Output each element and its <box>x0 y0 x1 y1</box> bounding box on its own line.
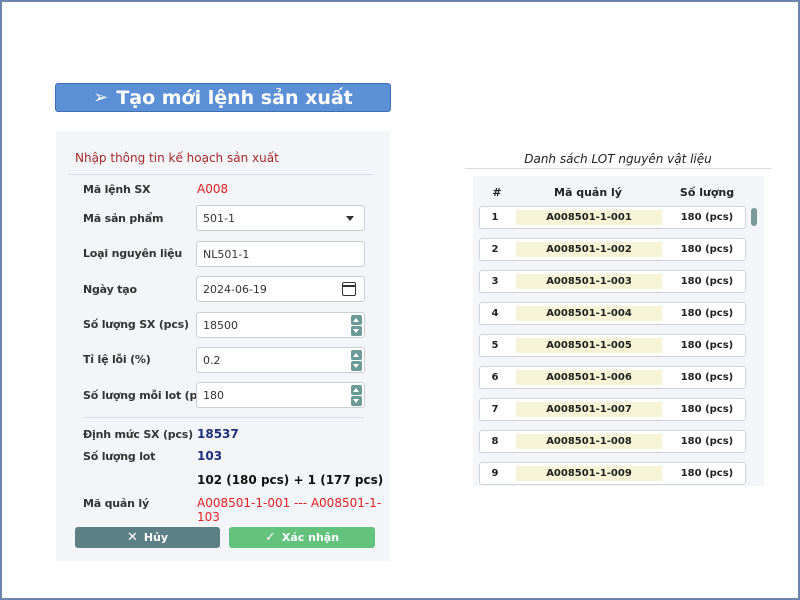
table-row[interactable]: 2 A008501-1-002 180 (pcs) <box>479 238 746 261</box>
divider <box>465 168 771 169</box>
material-type-value: NL501-1 <box>203 247 250 261</box>
qty-per-lot-label: Số lượng mỗi lot (pcs) <box>83 389 215 402</box>
check-icon: ✓ <box>264 530 276 545</box>
mgmt-code-value: A008501-1-001 --- A008501-1-103 <box>197 496 382 524</box>
row-number: 9 <box>491 468 499 479</box>
row-code: A008501-1-004 <box>516 306 662 321</box>
created-date-input[interactable]: 2024-06-19 <box>196 276 365 302</box>
scrollbar-thumb[interactable] <box>751 208 757 226</box>
created-date-value: 2024-06-19 <box>203 282 267 296</box>
production-norm-value: 18537 <box>197 427 239 441</box>
lot-count-label: Số lượng lot <box>83 450 156 463</box>
page-title-banner: ➢ Tạo mới lệnh sản xuất <box>55 83 391 112</box>
increment-icon[interactable] <box>351 315 362 325</box>
qty-per-lot-value: 180 <box>203 388 224 402</box>
calendar-icon[interactable] <box>342 282 356 296</box>
row-qty: 180 (pcs) <box>680 308 734 319</box>
row-qty: 180 (pcs) <box>680 212 734 223</box>
material-type-label: Loại nguyên liệu <box>83 247 183 260</box>
row-qty: 180 (pcs) <box>680 372 734 383</box>
row-code: A008501-1-005 <box>516 338 662 353</box>
product-code-label: Mã sản phẩm <box>83 212 164 225</box>
row-code: A008501-1-001 <box>516 210 662 225</box>
row-code: A008501-1-002 <box>516 242 662 257</box>
order-code-value: A008 <box>197 182 229 196</box>
table-row[interactable]: 7 A008501-1-007 180 (pcs) <box>479 398 746 421</box>
table-row[interactable]: 8 A008501-1-008 180 (pcs) <box>479 430 746 453</box>
lot-count-value: 103 <box>197 449 223 463</box>
defect-rate-label: Tỉ lệ lỗi (%) <box>83 353 151 366</box>
row-qty: 180 (pcs) <box>680 244 734 255</box>
lot-list[interactable]: # Mã quản lý Số lượng 1 A008501-1-001 18… <box>473 176 764 486</box>
table-row[interactable]: 5 A008501-1-005 180 (pcs) <box>479 334 746 357</box>
lot-breakdown-value: 102 (180 pcs) + 1 (177 pcs) <box>197 473 384 487</box>
row-number: 4 <box>491 308 499 319</box>
row-number: 5 <box>491 340 499 351</box>
qty-per-lot-input[interactable]: 180 <box>196 382 365 408</box>
page-title: Tạo mới lệnh sản xuất <box>116 86 353 109</box>
row-code: A008501-1-008 <box>516 434 662 449</box>
material-type-input[interactable]: NL501-1 <box>196 241 365 267</box>
cancel-button[interactable]: ✕ Hủy <box>75 527 220 548</box>
table-row[interactable]: 4 A008501-1-004 180 (pcs) <box>479 302 746 325</box>
table-row[interactable]: 1 A008501-1-001 180 (pcs) <box>479 206 746 229</box>
row-number: 2 <box>491 244 499 255</box>
row-code: A008501-1-007 <box>516 402 662 417</box>
row-code: A008501-1-003 <box>516 274 662 289</box>
row-code: A008501-1-009 <box>516 466 662 481</box>
mgmt-code-label: Mã quản lý <box>83 497 149 510</box>
row-number: 3 <box>491 276 499 287</box>
confirm-button[interactable]: ✓ Xác nhận <box>229 527 375 548</box>
table-row[interactable]: 6 A008501-1-006 180 (pcs) <box>479 366 746 389</box>
defect-rate-input[interactable]: 0.2 <box>196 347 365 373</box>
increment-icon[interactable] <box>351 350 362 360</box>
defect-rate-stepper[interactable] <box>351 350 362 371</box>
decrement-icon[interactable] <box>351 326 362 336</box>
production-qty-stepper[interactable] <box>351 315 362 336</box>
lot-list-title: Danh sách LOT nguyên vật liệu <box>524 152 712 166</box>
product-code-select[interactable]: 501-1 <box>196 205 365 231</box>
row-qty: 180 (pcs) <box>680 404 734 415</box>
confirm-button-label: Xác nhận <box>281 531 340 544</box>
created-date-label: Ngày tạo <box>83 283 137 296</box>
close-icon: ✕ <box>126 530 138 545</box>
column-header-code: Mã quản lý <box>554 186 622 199</box>
row-number: 8 <box>491 436 499 447</box>
defect-rate-value: 0.2 <box>203 353 221 367</box>
row-code: A008501-1-006 <box>516 370 662 385</box>
row-number: 1 <box>491 212 499 223</box>
chevron-down-icon <box>346 215 354 221</box>
row-qty: 180 (pcs) <box>680 340 734 351</box>
production-form: Nhập thông tin kế hoạch sản xuất Mã lệnh… <box>56 131 390 561</box>
divider <box>83 417 364 418</box>
row-number: 7 <box>491 404 499 415</box>
production-norm-label: Định mức SX (pcs) <box>83 428 193 441</box>
qty-per-lot-stepper[interactable] <box>351 385 362 406</box>
column-header-qty: Số lượng <box>679 186 735 199</box>
cancel-button-label: Hủy <box>143 531 169 544</box>
order-code-label: Mã lệnh SX <box>83 183 151 196</box>
decrement-icon[interactable] <box>351 361 362 371</box>
row-qty: 180 (pcs) <box>680 276 734 287</box>
production-qty-input[interactable]: 18500 <box>196 312 365 338</box>
production-qty-value: 18500 <box>203 318 238 332</box>
arrow-right-icon: ➢ <box>93 87 109 108</box>
decrement-icon[interactable] <box>351 396 362 406</box>
row-qty: 180 (pcs) <box>680 436 734 447</box>
production-qty-label: Số lượng SX (pcs) <box>83 318 189 331</box>
screen-frame: ➢ Tạo mới lệnh sản xuất Nhập thông tin k… <box>0 0 800 600</box>
form-heading: Nhập thông tin kế hoạch sản xuất <box>75 151 279 165</box>
increment-icon[interactable] <box>351 385 362 395</box>
divider <box>68 174 374 175</box>
table-row[interactable]: 9 A008501-1-009 180 (pcs) <box>479 462 746 485</box>
column-header-number: # <box>492 186 502 199</box>
row-qty: 180 (pcs) <box>680 468 734 479</box>
table-row[interactable]: 3 A008501-1-003 180 (pcs) <box>479 270 746 293</box>
row-number: 6 <box>491 372 499 383</box>
product-code-value: 501-1 <box>203 211 235 225</box>
